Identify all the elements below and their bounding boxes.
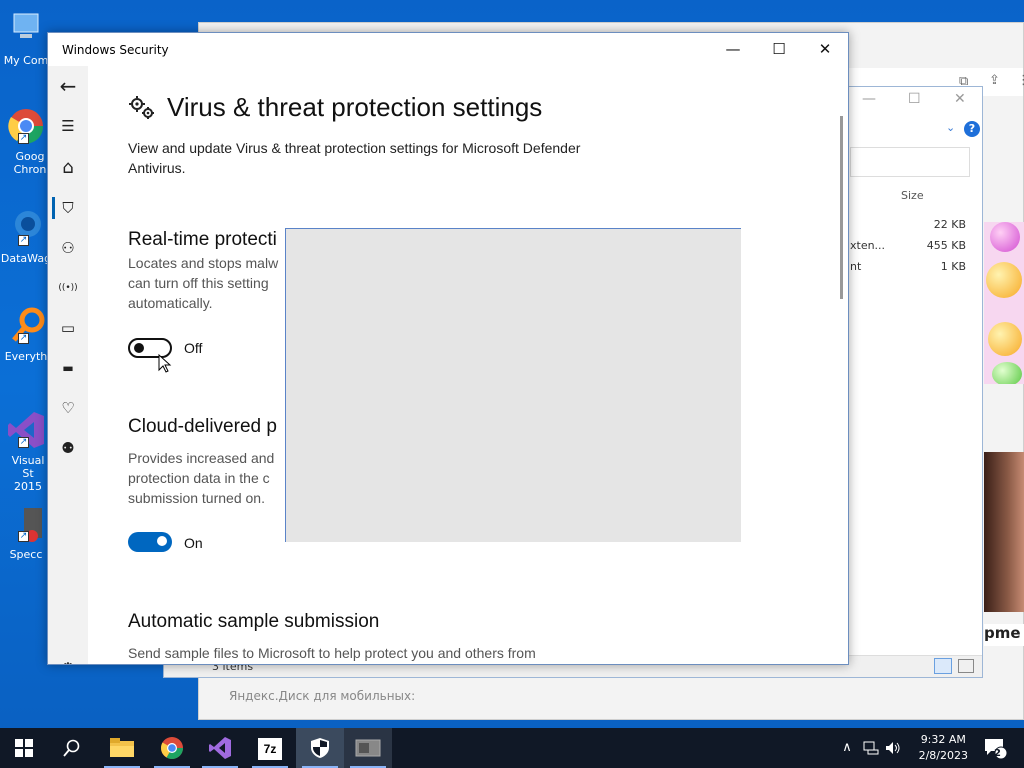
clock-time: 9:32 AM <box>920 733 966 746</box>
close-button[interactable]: ✕ <box>802 33 848 66</box>
file-size: 22 KB <box>933 218 966 231</box>
file-size: 455 KB <box>926 239 966 252</box>
toggle-knob <box>157 536 167 546</box>
toggle-knob <box>134 343 144 353</box>
chrome-icon <box>161 737 183 759</box>
clock-date: 2/8/2023 <box>918 749 968 762</box>
minimize-button[interactable]: — <box>710 33 756 66</box>
desktop-icon-label: Visual St 2015 <box>11 454 45 493</box>
page-subtitle: View and update Virus & threat protectio… <box>128 140 581 176</box>
column-header-size[interactable]: Size <box>901 189 924 202</box>
app-taskbar[interactable] <box>344 728 392 768</box>
desktop-icon-label: Specc <box>9 548 43 561</box>
visual-studio-taskbar[interactable] <box>196 728 244 768</box>
hamburger-menu-icon[interactable]: ☰ <box>48 108 88 144</box>
chrome-icon: ↗ <box>6 106 46 146</box>
file-size: 1 KB <box>940 260 966 273</box>
search-button[interactable] <box>48 728 96 768</box>
scrollbar[interactable] <box>832 66 848 664</box>
tray-overflow-chevron-icon[interactable]: ∧ <box>838 728 856 768</box>
everything-magnifier-icon: ↗ <box>6 306 46 346</box>
device-security-icon[interactable]: ▬ <box>48 350 88 386</box>
search-icon <box>63 739 80 757</box>
section-desc-cloud: Provides increased and protection data i… <box>128 450 275 506</box>
scrollbar-thumb[interactable] <box>840 116 843 299</box>
page-title: Virus & threat protection settings <box>167 92 543 122</box>
volume-icon[interactable] <box>884 728 902 768</box>
desktop-icon-label: Everyth <box>4 350 48 363</box>
section-title-real-time: Real-time protecti <box>128 229 277 250</box>
maximize-button[interactable]: ☐ <box>756 33 802 66</box>
desktop-icon-label: DataWag <box>0 252 52 265</box>
desktop-icon-label: Goog Chron <box>13 150 47 176</box>
notification-center-button[interactable]: 2 <box>980 728 1010 768</box>
gears-icon <box>128 94 156 125</box>
section-title-cloud: Cloud-delivered p <box>128 416 277 437</box>
side-navigation: ← ☰ ⌂ ⛉ ⚇ ((•)) ▭ ▬ ♡ ⚉ ⚙ <box>48 66 88 664</box>
notification-count: 2 <box>994 748 1001 759</box>
large-icons-view-icon[interactable] <box>958 659 974 673</box>
network-icon[interactable] <box>862 728 880 768</box>
blank-overlay-panel <box>285 228 741 542</box>
file-name: xten... <box>850 239 886 252</box>
clock[interactable]: 9:32 AM 2/8/2023 <box>919 732 968 764</box>
file-name: nt <box>850 260 862 273</box>
desktop-icon-datawag[interactable]: ↗ DataWag <box>0 208 52 265</box>
game-thumbnail <box>984 222 1024 384</box>
visual-studio-icon: ↗ <box>6 410 46 450</box>
explorer-maximize-button[interactable]: ☐ <box>908 91 921 107</box>
start-button[interactable] <box>0 728 48 768</box>
app-browser-icon[interactable]: ▭ <box>48 310 88 346</box>
back-icon[interactable]: ← <box>48 68 88 104</box>
partial-heading: pme <box>984 624 1024 646</box>
real-time-toggle-label: Off <box>184 340 203 356</box>
chrome-taskbar[interactable] <box>148 728 196 768</box>
desktop-icon-google-chrome[interactable]: ↗ Goog Chron <box>0 106 52 176</box>
home-icon[interactable]: ⌂ <box>48 150 88 186</box>
desktop-icon-visual-studio[interactable]: ↗ Visual St 2015 <box>0 410 52 493</box>
explorer-search-box[interactable] <box>850 147 970 177</box>
section-desc-real-time: Locates and stops malw can turn off this… <box>128 255 279 311</box>
explorer-close-button[interactable]: ✕ <box>954 91 966 107</box>
browser-status-text: Яндекс.Диск для мобильных: <box>229 689 416 703</box>
folder-icon <box>110 738 134 757</box>
cloud-toggle-label: On <box>184 535 203 551</box>
window-app-icon <box>355 739 381 757</box>
settings-gear-icon[interactable]: ⚙ <box>48 650 88 664</box>
desktop-icon-label: My Com <box>3 54 49 67</box>
shield-icon[interactable]: ⛉ <box>48 190 88 226</box>
photo-thumbnail <box>984 452 1024 612</box>
help-icon[interactable]: ? <box>964 121 980 137</box>
window-title: Windows Security <box>62 43 169 57</box>
mouse-cursor-icon <box>158 353 172 377</box>
section-desc-sample: Send sample files to Microsoft to help p… <box>128 645 536 661</box>
desktop-icon-speccy[interactable]: ↗ Specc <box>0 504 52 561</box>
firewall-network-icon[interactable]: ((•)) <box>48 270 88 306</box>
section-title-sample: Automatic sample submission <box>128 611 380 632</box>
desktop-icon-my-computer[interactable]: My Com <box>0 10 52 67</box>
desktop-icon-everything[interactable]: ↗ Everyth <box>0 306 52 363</box>
details-view-icon[interactable] <box>934 658 952 674</box>
7zip-taskbar[interactable]: 7z <box>246 728 294 768</box>
share-icon[interactable]: ⇪ <box>989 73 1000 88</box>
computer-icon <box>6 10 46 50</box>
more-icon[interactable]: ⋮ <box>1017 73 1024 88</box>
visual-studio-icon <box>209 737 231 759</box>
windows-logo-icon <box>15 739 33 757</box>
family-options-icon[interactable]: ⚉ <box>48 430 88 466</box>
windows-security-taskbar[interactable] <box>296 728 344 768</box>
shield-icon <box>311 738 329 758</box>
explorer-minimize-button[interactable]: — <box>862 91 876 107</box>
windows-security-window: Windows Security — ☐ ✕ ← ☰ ⌂ ⛉ ⚇ ((•)) ▭… <box>47 32 849 665</box>
7zip-icon: 7z <box>258 738 282 760</box>
cloud-protection-toggle[interactable] <box>128 532 172 552</box>
device-health-icon[interactable]: ♡ <box>48 390 88 426</box>
title-bar: Windows Security — ☐ ✕ <box>48 33 848 66</box>
speccy-icon: ↗ <box>6 504 46 544</box>
file-explorer-taskbar[interactable] <box>98 728 146 768</box>
chevron-down-icon[interactable]: ⌄ <box>946 121 955 134</box>
datawag-icon: ↗ <box>6 208 46 248</box>
account-icon[interactable]: ⚇ <box>48 230 88 266</box>
taskbar: 7z ∧ 9:32 AM 2/8/2023 2 <box>0 728 1024 768</box>
